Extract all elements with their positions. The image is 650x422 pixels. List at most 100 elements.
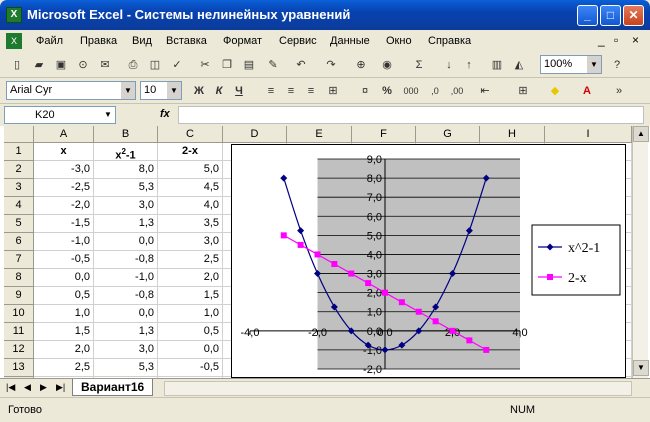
help-icon[interactable]: ? [608, 56, 626, 74]
row-header[interactable]: 10 [4, 305, 34, 323]
chart-wizard-icon[interactable]: ▥ [488, 56, 506, 74]
row-header[interactable]: 8 [4, 269, 34, 287]
minimize-button[interactable]: _ [577, 5, 598, 26]
menu-insert[interactable]: Вставка [166, 35, 207, 47]
close-button[interactable]: ✕ [623, 5, 644, 26]
row-header[interactable]: 13 [4, 359, 34, 377]
data-cell[interactable]: -1,5 [34, 215, 94, 233]
data-cell[interactable]: -0,5 [158, 359, 223, 377]
data-cell[interactable]: -0,8 [94, 287, 158, 305]
align-left-icon[interactable]: ≡ [262, 82, 280, 100]
thousands-button[interactable]: 000 [400, 82, 422, 100]
borders-icon[interactable]: ⊞ [514, 82, 532, 100]
doc-restore-button[interactable]: ▫ [614, 33, 618, 47]
undo-icon[interactable]: ↶ [292, 56, 310, 74]
data-cell[interactable]: -1,0 [34, 233, 94, 251]
column-header[interactable]: I [545, 126, 632, 143]
data-cell[interactable]: 1,0 [34, 305, 94, 323]
data-cell[interactable]: 1,5 [158, 287, 223, 305]
vertical-scrollbar[interactable]: ▲ ▼ [632, 126, 649, 378]
data-cell[interactable]: 4,0 [158, 197, 223, 215]
chevron-down-icon[interactable]: ▼ [167, 82, 181, 99]
formula-input[interactable] [178, 106, 644, 124]
data-cell[interactable]: 5,0 [158, 161, 223, 179]
doc-close-button[interactable]: × [632, 33, 639, 47]
row-header[interactable]: 12 [4, 341, 34, 359]
data-cell[interactable]: -2,0 [34, 197, 94, 215]
percent-button[interactable]: % [378, 82, 396, 100]
increase-decimal-icon[interactable]: ,0 [426, 82, 444, 100]
save-icon[interactable]: ▣ [52, 56, 70, 74]
name-box[interactable]: K20 ▼ [4, 106, 116, 124]
data-cell[interactable]: 5,3 [94, 179, 158, 197]
menu-help[interactable]: Справка [428, 35, 471, 47]
column-header[interactable]: H [480, 126, 545, 143]
column-header[interactable]: A [34, 126, 94, 143]
redo-icon[interactable]: ↷ [322, 56, 340, 74]
menu-tools[interactable]: Сервис [279, 35, 317, 47]
menu-view[interactable]: Вид [132, 35, 152, 47]
spelling-icon[interactable]: ✓ [168, 56, 186, 74]
row-header[interactable]: 4 [4, 197, 34, 215]
data-cell[interactable]: -3,0 [34, 161, 94, 179]
paste-icon[interactable]: ▤ [240, 56, 258, 74]
data-cell[interactable]: 0,0 [94, 233, 158, 251]
horizontal-scrollbar[interactable] [164, 381, 632, 396]
format-painter-icon[interactable]: ✎ [264, 56, 282, 74]
data-cell[interactable]: 2,0 [158, 269, 223, 287]
scroll-down-icon[interactable]: ▼ [633, 360, 649, 376]
italic-button[interactable]: К [210, 82, 228, 100]
font-color-icon[interactable]: A [578, 82, 596, 100]
toolbar-options-icon[interactable]: » [610, 82, 628, 100]
hyperlink-icon[interactable]: ⊕ [352, 56, 370, 74]
header-cell[interactable]: x2-1 [94, 143, 158, 162]
font-name-select[interactable]: Arial Cyr ▼ [6, 81, 136, 100]
excel-app-icon[interactable]: X [6, 7, 22, 23]
print-preview-icon[interactable]: ◫ [146, 56, 164, 74]
zoom-select[interactable]: 100% ▼ [540, 55, 602, 74]
column-header[interactable]: B [94, 126, 158, 143]
font-size-select[interactable]: 10 ▼ [140, 81, 182, 100]
row-header[interactable]: 2 [4, 161, 34, 179]
data-cell[interactable]: -1,0 [94, 269, 158, 287]
data-cell[interactable]: 0,0 [158, 341, 223, 359]
drawing-icon[interactable]: ◭ [510, 56, 528, 74]
currency-icon[interactable]: ¤ [356, 82, 374, 100]
chevron-down-icon[interactable]: ▼ [121, 82, 135, 99]
insert-function-icon[interactable]: fx [160, 108, 170, 120]
column-header[interactable]: E [287, 126, 352, 143]
sheet-tab-active[interactable]: Вариант16 [72, 379, 154, 396]
bold-button[interactable]: Ж [190, 82, 208, 100]
data-cell[interactable]: 5,3 [94, 359, 158, 377]
data-cell[interactable]: 1,5 [34, 323, 94, 341]
data-cell[interactable]: 3,0 [94, 341, 158, 359]
row-header[interactable]: 9 [4, 287, 34, 305]
sort-descending-icon[interactable]: ↑ [460, 56, 478, 74]
data-cell[interactable]: -2,5 [34, 179, 94, 197]
menu-edit[interactable]: Правка [80, 35, 117, 47]
decrease-indent-icon[interactable]: ⇤ [476, 82, 494, 100]
workbook-icon[interactable]: X [6, 33, 22, 49]
data-cell[interactable]: 3,5 [158, 215, 223, 233]
scroll-up-icon[interactable]: ▲ [633, 126, 649, 142]
cut-icon[interactable]: ✂ [196, 56, 214, 74]
decrease-decimal-icon[interactable]: ,00 [448, 82, 466, 100]
mail-icon[interactable]: ✉ [96, 56, 114, 74]
data-cell[interactable]: -0,5 [34, 251, 94, 269]
row-header[interactable]: 5 [4, 215, 34, 233]
data-cell[interactable]: -0,8 [94, 251, 158, 269]
row-header[interactable]: 1 [4, 143, 34, 161]
last-sheet-icon[interactable]: ▶| [56, 382, 65, 393]
doc-minimize-button[interactable]: _ [598, 33, 605, 47]
data-cell[interactable]: 0,5 [158, 323, 223, 341]
align-center-icon[interactable]: ≡ [282, 82, 300, 100]
prev-sheet-icon[interactable]: ◀ [24, 382, 31, 393]
data-cell[interactable]: 2,5 [34, 359, 94, 377]
next-sheet-icon[interactable]: ▶ [40, 382, 47, 393]
data-cell[interactable]: 1,3 [94, 323, 158, 341]
data-cell[interactable]: 1,0 [158, 305, 223, 323]
new-icon[interactable]: ▯ [8, 56, 26, 74]
menu-data[interactable]: Данные [330, 35, 370, 47]
autosum-icon[interactable]: Σ [410, 56, 428, 74]
data-cell[interactable]: 2,5 [158, 251, 223, 269]
